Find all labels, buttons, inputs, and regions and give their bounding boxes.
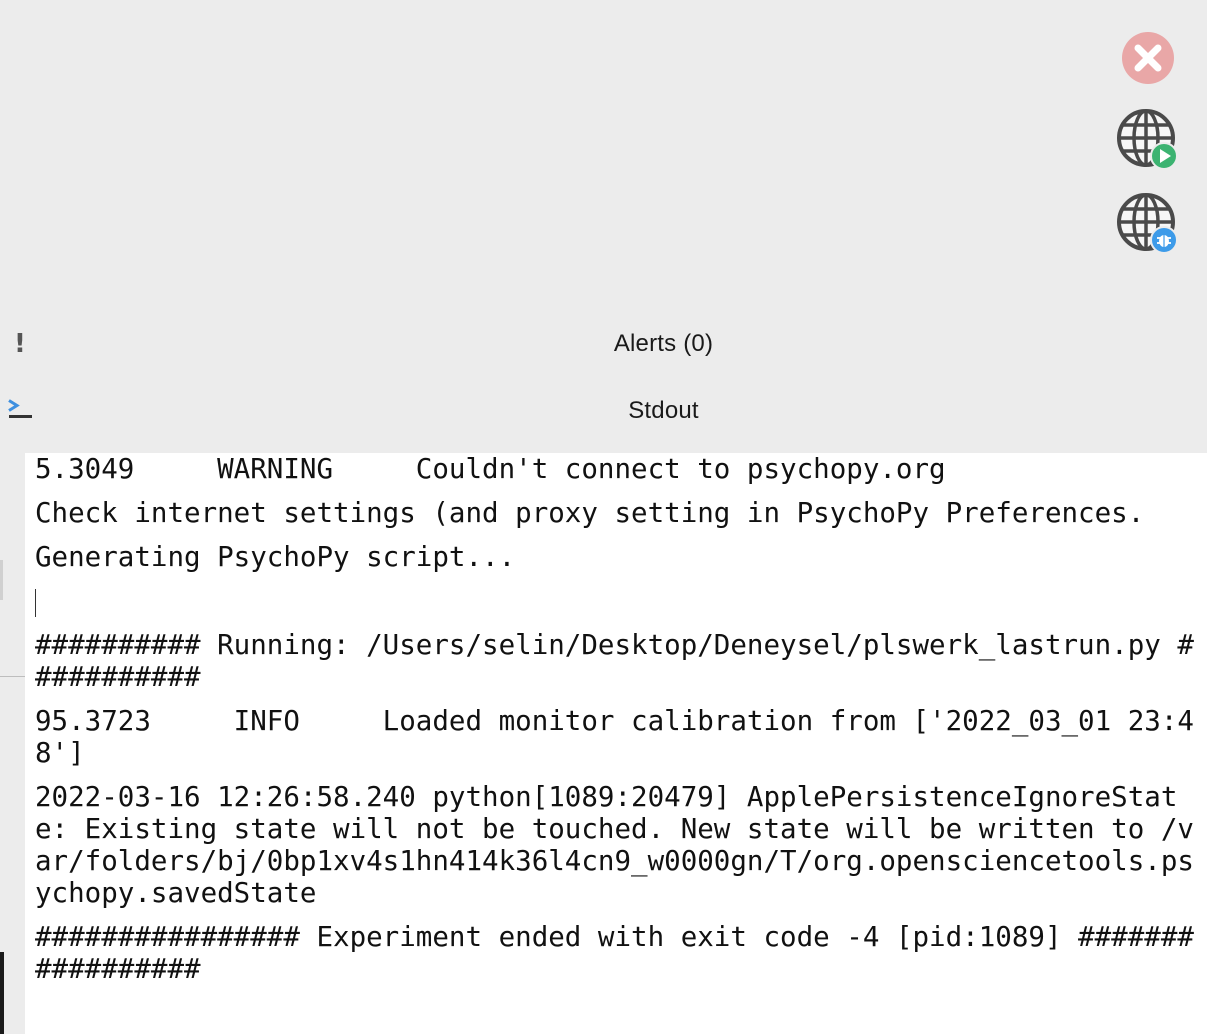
psychopy-runner-window: ! Alerts (0) Stdout 5.3049 WARNING Could…: [0, 0, 1207, 1034]
stdout-text-block: 5.3049 WARNING Couldn't connect to psych…: [35, 453, 1203, 985]
window-edge-mark: [0, 560, 3, 600]
stop-button[interactable]: [1116, 26, 1180, 90]
globe-debug-icon: [1117, 193, 1178, 254]
exclamation-icon: !: [14, 329, 26, 359]
stdout-line: ########## Running: /Users/selin/Desktop…: [35, 629, 1194, 693]
stop-icon: [1122, 32, 1174, 84]
stdout-line: Generating PsychoPy script...: [35, 541, 516, 573]
stdout-panel-tab[interactable]: Stdout: [0, 381, 1207, 441]
stdout-output[interactable]: 5.3049 WARNING Couldn't connect to psych…: [25, 453, 1207, 1034]
stdout-label: Stdout: [628, 397, 699, 424]
run-online-button[interactable]: [1116, 108, 1180, 172]
window-edge-divider: [0, 676, 25, 677]
stdout-line: 95.3723 INFO Loaded monitor calibration …: [35, 705, 1194, 769]
alerts-label: Alerts (0): [613, 330, 714, 357]
terminal-prompt-icon: [6, 397, 34, 426]
debug-online-button[interactable]: [1116, 192, 1180, 256]
globe-run-icon: [1117, 109, 1178, 170]
stdout-line: 5.3049 WARNING Couldn't connect to psych…: [35, 453, 946, 485]
stdout-line: ################ Experiment ended with e…: [35, 921, 1194, 985]
window-edge-dark: [0, 952, 4, 1034]
alerts-panel-tab[interactable]: ! Alerts (0): [0, 314, 1207, 374]
stdout-line: 2022-03-16 12:26:58.240 python[1089:2047…: [35, 781, 1194, 909]
text-caret: [35, 589, 36, 617]
stdout-line: Check internet settings (and proxy setti…: [35, 497, 1145, 529]
text-cursor-line: [35, 585, 1203, 617]
